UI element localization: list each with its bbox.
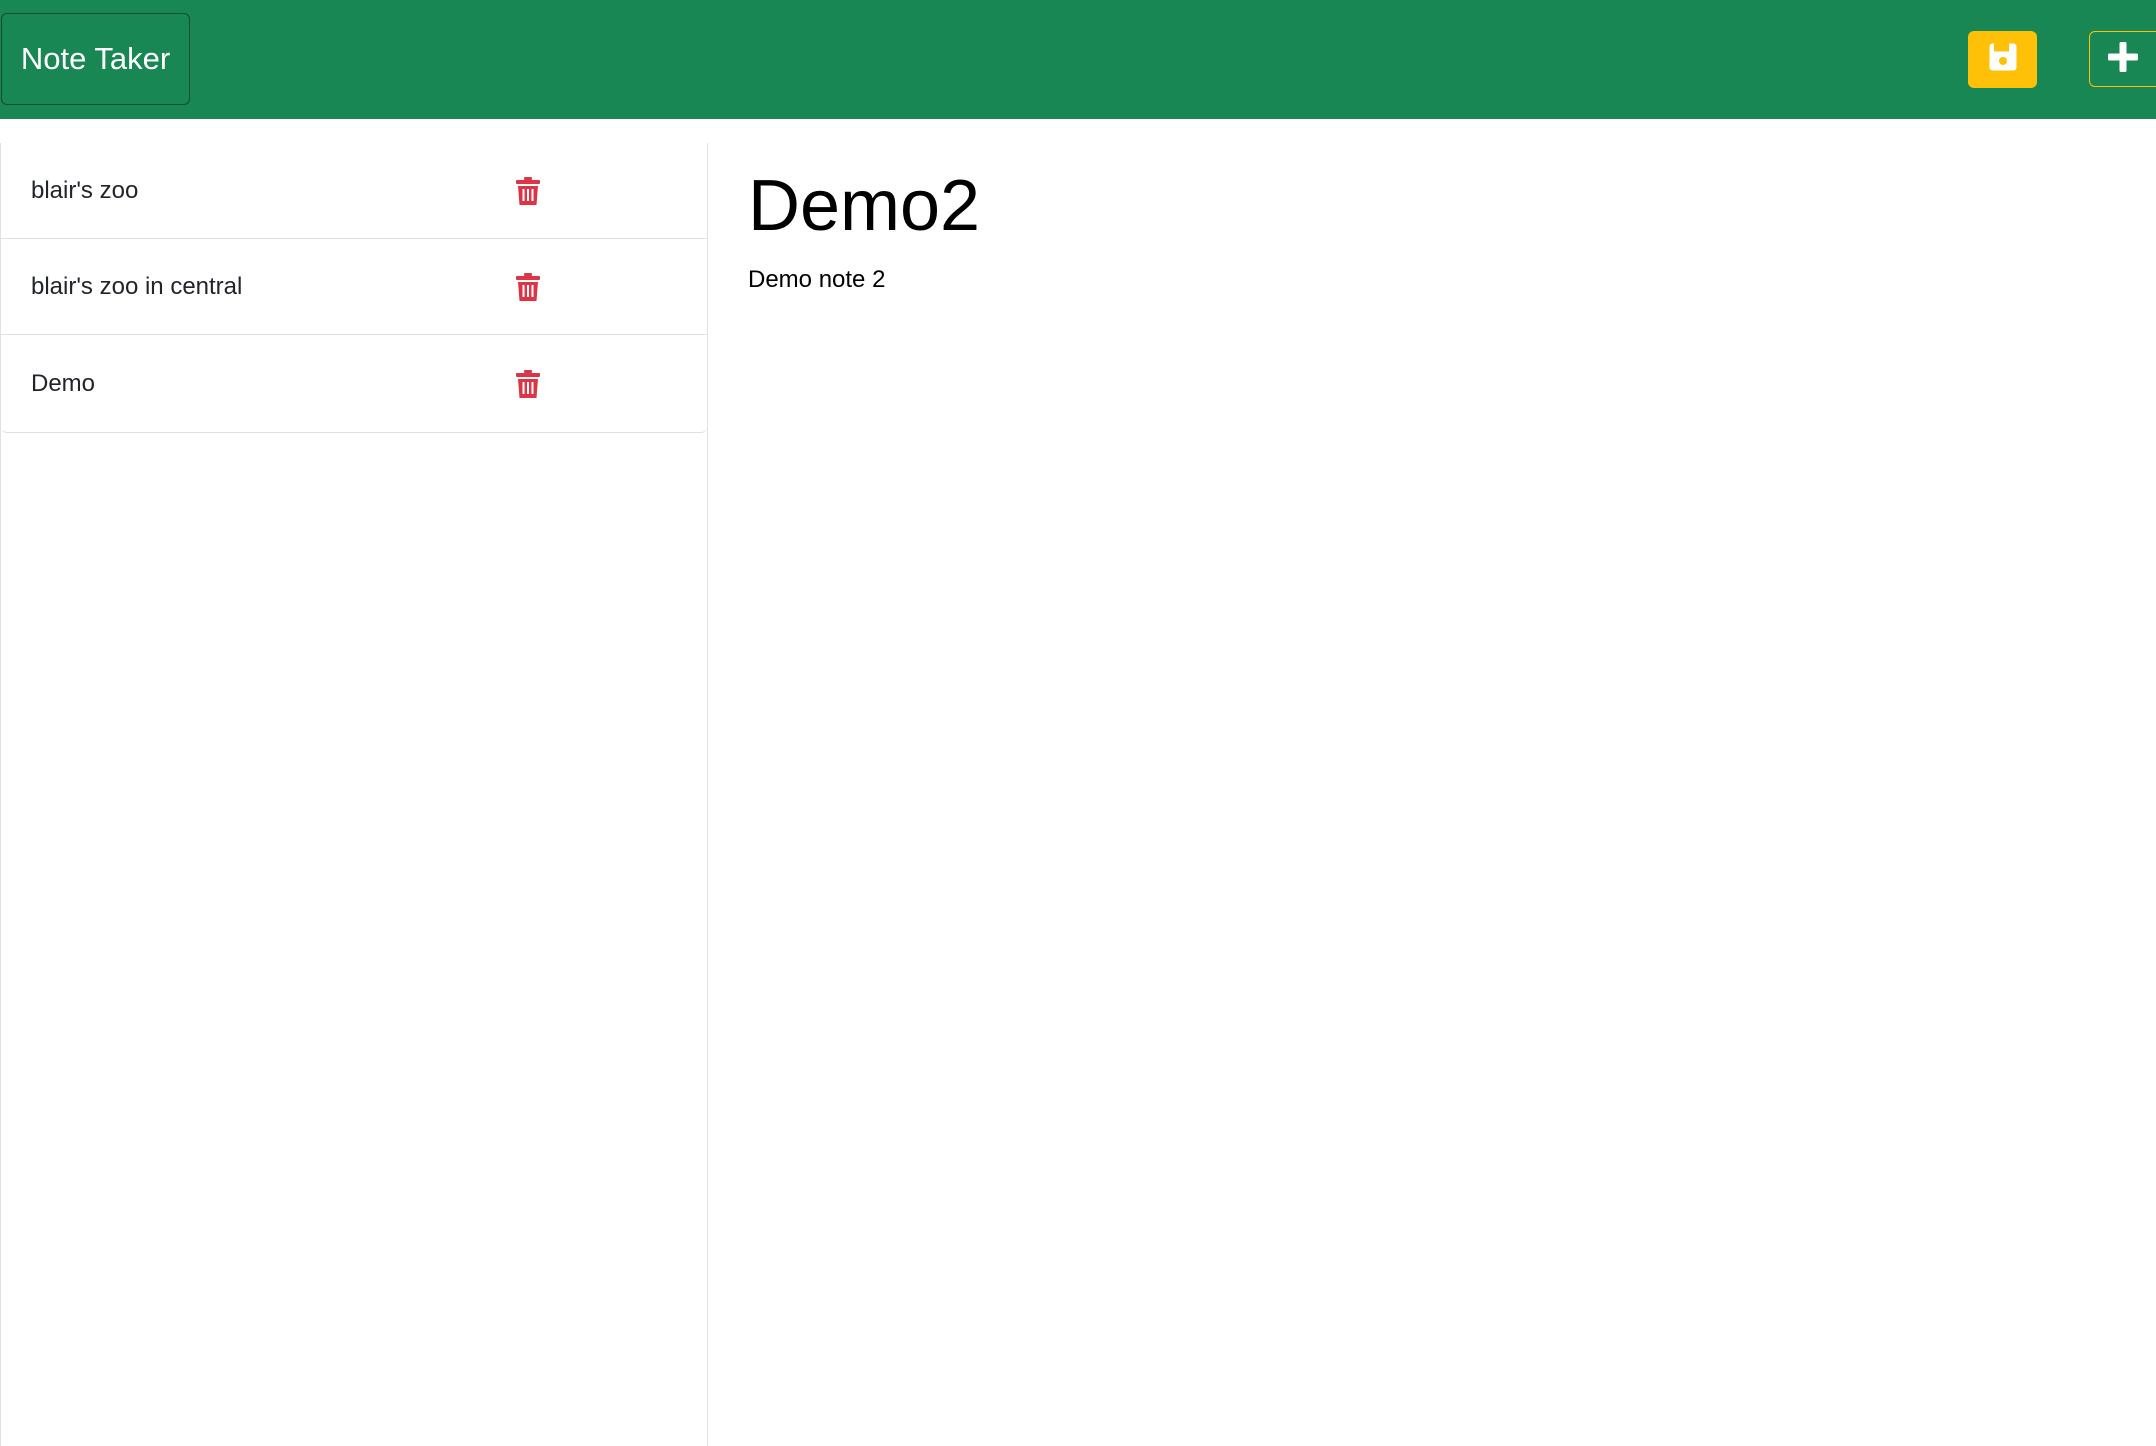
note-body-textarea[interactable]: Demo note 2 (748, 264, 885, 296)
floppy-disk-icon (1988, 42, 2018, 77)
save-note-button[interactable] (1968, 31, 2037, 88)
list-item[interactable]: Demo (1, 335, 707, 432)
plus-icon (2106, 40, 2140, 79)
trash-icon[interactable] (515, 272, 541, 302)
note-list: blair's zoo blair's zoo in central Demo (1, 143, 707, 433)
trash-icon[interactable] (515, 176, 541, 206)
note-title[interactable]: Demo (31, 370, 95, 398)
navbar: Note Taker (0, 0, 2156, 119)
list-item[interactable]: blair's zoo in central (1, 239, 707, 335)
trash-icon[interactable] (515, 369, 541, 399)
note-title-input[interactable]: Demo2 (748, 163, 980, 249)
notes-sidebar: blair's zoo blair's zoo in central Demo (0, 143, 708, 1446)
new-note-button[interactable] (2089, 31, 2156, 87)
list-item[interactable]: blair's zoo (1, 143, 707, 239)
note-title[interactable]: blair's zoo in central (31, 273, 242, 301)
brand-link[interactable]: Note Taker (1, 13, 190, 105)
note-title[interactable]: blair's zoo (31, 177, 138, 205)
